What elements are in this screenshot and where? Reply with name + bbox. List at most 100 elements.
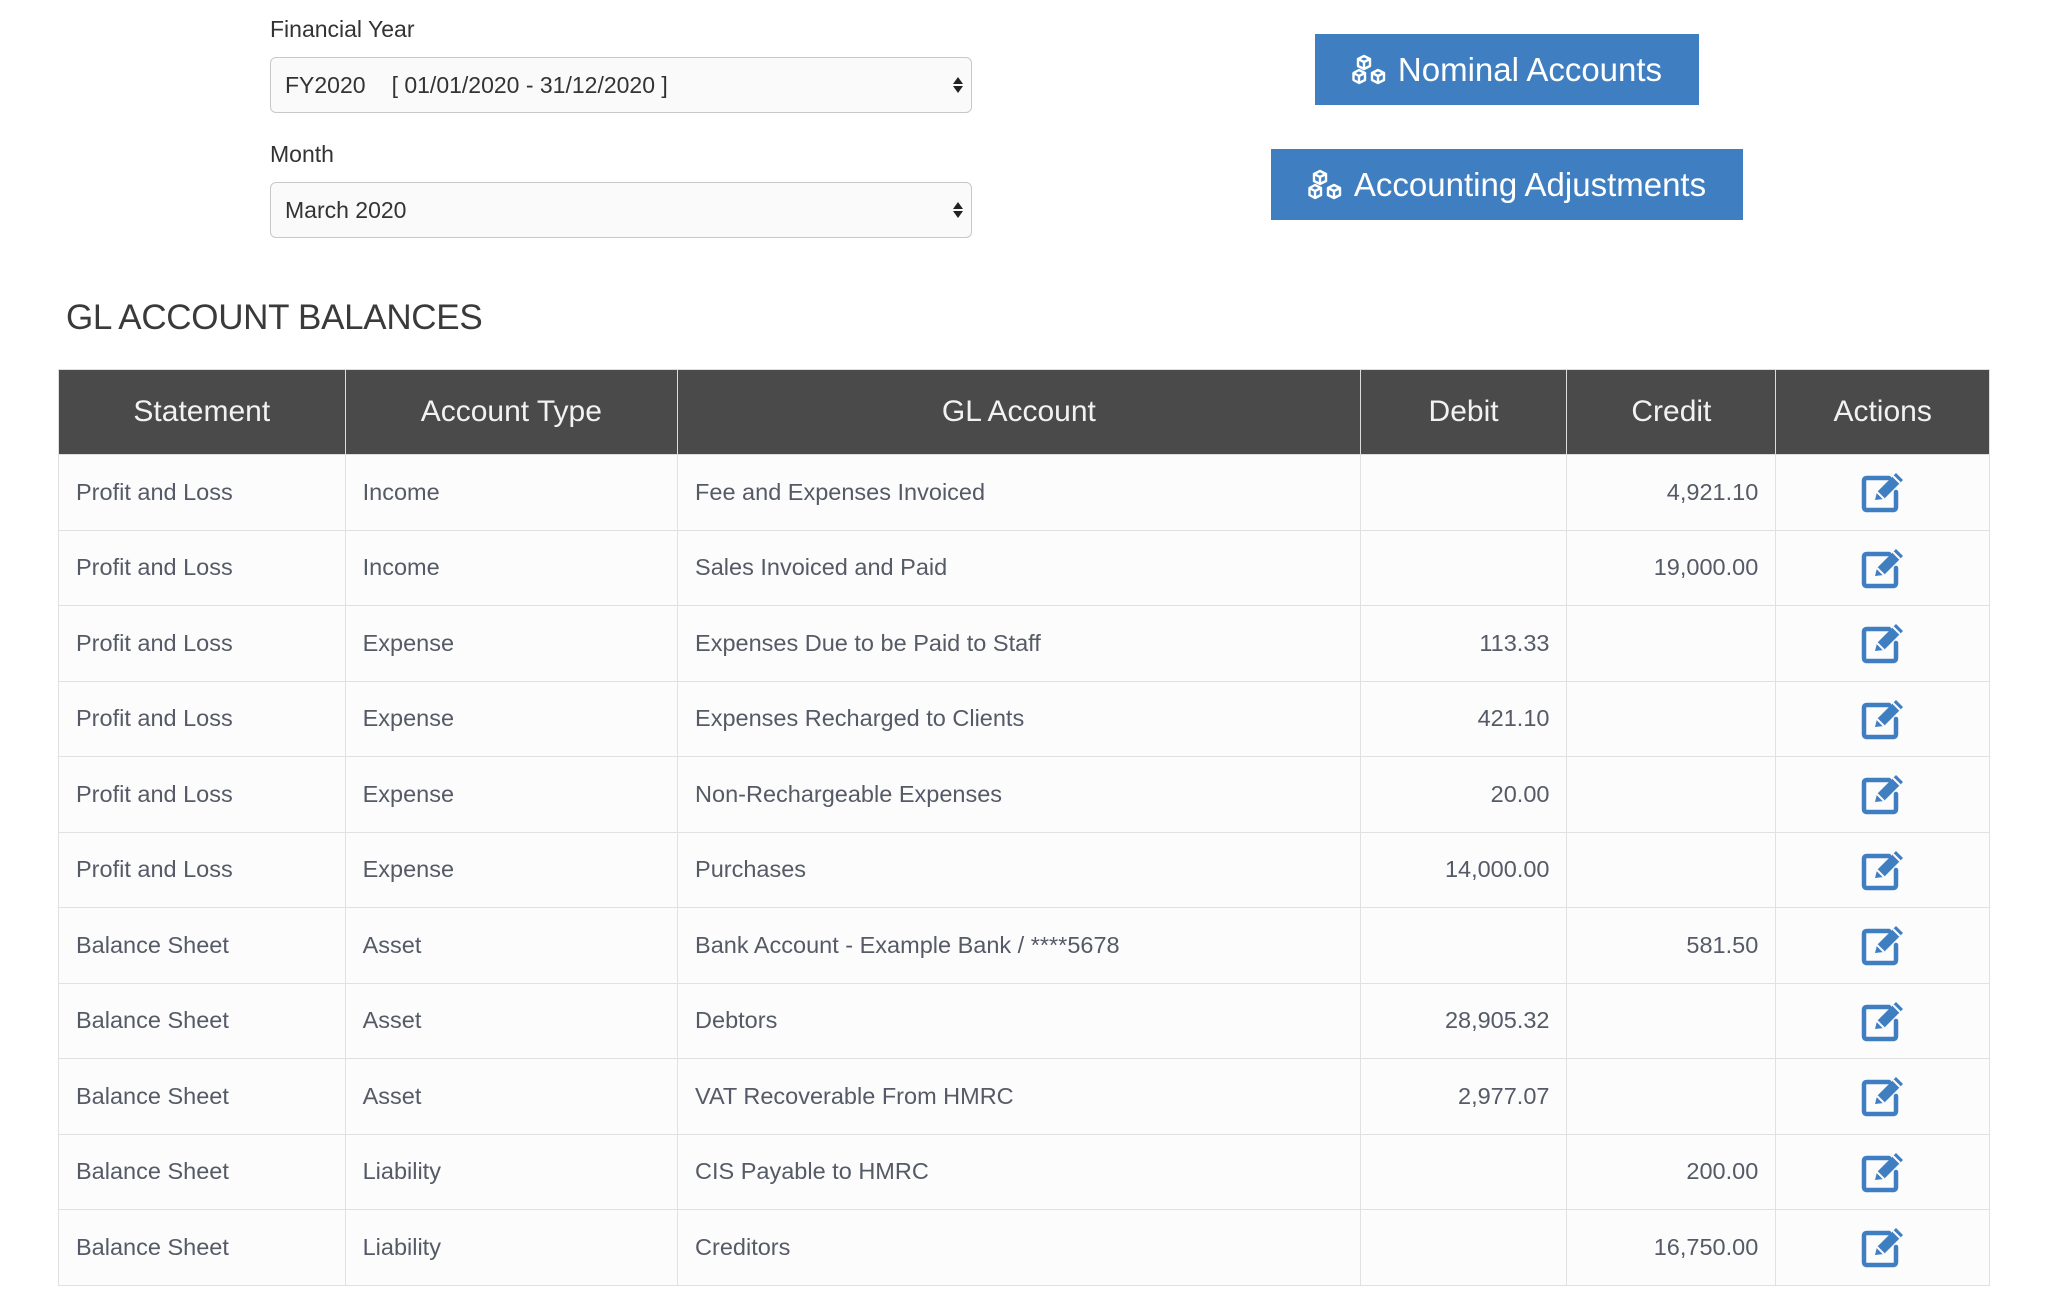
cubes-icon xyxy=(1308,169,1342,199)
column-header-account-type[interactable]: Account Type xyxy=(344,369,679,455)
cell-actions xyxy=(1775,831,1990,908)
column-header-statement[interactable]: Statement xyxy=(58,369,346,455)
table-row: Balance Sheet Asset Bank Account - Examp… xyxy=(58,907,1990,984)
table-row: Profit and Loss Income Fee and Expenses … xyxy=(58,454,1990,531)
column-header-gl-account[interactable]: GL Account xyxy=(677,369,1361,455)
accounting-adjustments-label: Accounting Adjustments xyxy=(1353,165,1707,203)
cell-debit xyxy=(1359,1209,1568,1286)
edit-icon[interactable] xyxy=(1859,772,1907,816)
cell-actions xyxy=(1775,1133,1990,1210)
edit-icon[interactable] xyxy=(1859,470,1907,514)
cell-credit xyxy=(1566,680,1777,757)
table-row: Balance Sheet Asset Debtors 28,905.32 xyxy=(58,982,1990,1059)
cell-gl-account: Sales Invoiced and Paid xyxy=(677,529,1361,606)
cubes-icon xyxy=(1352,54,1386,84)
cell-debit: 28,905.32 xyxy=(1359,982,1568,1059)
table-header-row: Statement Account Type GL Account Debit … xyxy=(58,369,1990,455)
table-row: Profit and Loss Expense Purchases 14,000… xyxy=(58,831,1990,908)
edit-icon[interactable] xyxy=(1859,1074,1907,1118)
cell-debit: 20.00 xyxy=(1359,756,1568,833)
edit-icon[interactable] xyxy=(1859,1150,1907,1194)
cell-statement: Profit and Loss xyxy=(58,831,346,908)
nominal-accounts-label: Nominal Accounts xyxy=(1397,50,1663,88)
cell-statement: Balance Sheet xyxy=(58,1133,346,1210)
cell-account-type: Expense xyxy=(344,831,679,908)
cell-account-type: Asset xyxy=(344,982,679,1059)
cell-statement: Profit and Loss xyxy=(58,605,346,682)
cell-gl-account: Expenses Due to be Paid to Staff xyxy=(677,605,1361,682)
cell-statement: Profit and Loss xyxy=(58,680,346,757)
accounting-adjustments-button[interactable]: Accounting Adjustments xyxy=(1271,149,1743,220)
edit-icon[interactable] xyxy=(1859,848,1907,892)
cell-account-type: Income xyxy=(344,529,679,606)
cell-statement: Profit and Loss xyxy=(58,756,346,833)
nominal-accounts-button[interactable]: Nominal Accounts xyxy=(1315,34,1699,105)
cell-credit: 581.50 xyxy=(1566,907,1777,984)
table-row: Profit and Loss Expense Expenses Due to … xyxy=(58,605,1990,682)
cell-actions xyxy=(1775,756,1990,833)
cell-debit xyxy=(1359,1133,1568,1210)
cell-actions xyxy=(1775,1209,1990,1286)
table-row: Balance Sheet Asset VAT Recoverable From… xyxy=(58,1058,1990,1135)
cell-debit xyxy=(1359,454,1568,531)
financial-year-label: Financial Year xyxy=(270,16,415,42)
cell-debit xyxy=(1359,529,1568,606)
cell-statement: Balance Sheet xyxy=(58,1058,346,1135)
cell-actions xyxy=(1775,907,1990,984)
cell-credit: 4,921.10 xyxy=(1566,454,1777,531)
select-arrows-icon xyxy=(953,202,963,218)
cell-credit: 19,000.00 xyxy=(1566,529,1777,606)
cell-account-type: Expense xyxy=(344,680,679,757)
edit-icon[interactable] xyxy=(1859,621,1907,665)
cell-actions xyxy=(1775,454,1990,531)
edit-icon[interactable] xyxy=(1859,697,1907,741)
table-row: Profit and Loss Expense Expenses Recharg… xyxy=(58,680,1990,757)
cell-gl-account: VAT Recoverable From HMRC xyxy=(677,1058,1361,1135)
month-select[interactable]: March 2020 xyxy=(270,182,972,238)
column-header-credit[interactable]: Credit xyxy=(1566,369,1777,455)
cell-statement: Balance Sheet xyxy=(58,1209,346,1286)
cell-credit xyxy=(1566,982,1777,1059)
cell-gl-account: Non-Rechargeable Expenses xyxy=(677,756,1361,833)
cell-credit: 200.00 xyxy=(1566,1133,1777,1210)
column-header-actions: Actions xyxy=(1775,369,1990,455)
cell-account-type: Expense xyxy=(344,605,679,682)
cell-credit xyxy=(1566,1058,1777,1135)
cell-gl-account: Fee and Expenses Invoiced xyxy=(677,454,1361,531)
cell-gl-account: Purchases xyxy=(677,831,1361,908)
financial-year-select[interactable]: FY2020 [ 01/01/2020 - 31/12/2020 ] xyxy=(270,57,972,113)
section-title: GL ACCOUNT BALANCES xyxy=(66,298,483,337)
cell-gl-account: Creditors xyxy=(677,1209,1361,1286)
financial-year-code: FY2020 xyxy=(285,71,366,98)
cell-account-type: Asset xyxy=(344,907,679,984)
cell-gl-account: Debtors xyxy=(677,982,1361,1059)
cell-account-type: Liability xyxy=(344,1133,679,1210)
gl-balances-table: Statement Account Type GL Account Debit … xyxy=(58,369,1990,1286)
cell-credit xyxy=(1566,756,1777,833)
cell-debit: 421.10 xyxy=(1359,680,1568,757)
column-header-debit[interactable]: Debit xyxy=(1359,369,1568,455)
edit-icon[interactable] xyxy=(1859,999,1907,1043)
cell-actions xyxy=(1775,605,1990,682)
table-row: Profit and Loss Income Sales Invoiced an… xyxy=(58,529,1990,606)
table-body: Profit and Loss Income Fee and Expenses … xyxy=(58,454,1990,1286)
cell-credit xyxy=(1566,605,1777,682)
cell-debit: 2,977.07 xyxy=(1359,1058,1568,1135)
cell-actions xyxy=(1775,982,1990,1059)
cell-actions xyxy=(1775,680,1990,757)
cell-account-type: Income xyxy=(344,454,679,531)
edit-icon[interactable] xyxy=(1859,923,1907,967)
cell-statement: Balance Sheet xyxy=(58,982,346,1059)
cell-debit: 14,000.00 xyxy=(1359,831,1568,908)
cell-debit xyxy=(1359,907,1568,984)
month-value: March 2020 xyxy=(285,196,407,223)
cell-account-type: Expense xyxy=(344,756,679,833)
cell-gl-account: Expenses Recharged to Clients xyxy=(677,680,1361,757)
cell-statement: Profit and Loss xyxy=(58,454,346,531)
edit-icon[interactable] xyxy=(1859,546,1907,590)
month-group: Month March 2020 xyxy=(270,141,972,238)
cell-statement: Balance Sheet xyxy=(58,907,346,984)
month-label: Month xyxy=(270,141,334,167)
table-row: Profit and Loss Expense Non-Rechargeable… xyxy=(58,756,1990,833)
edit-icon[interactable] xyxy=(1859,1225,1907,1269)
